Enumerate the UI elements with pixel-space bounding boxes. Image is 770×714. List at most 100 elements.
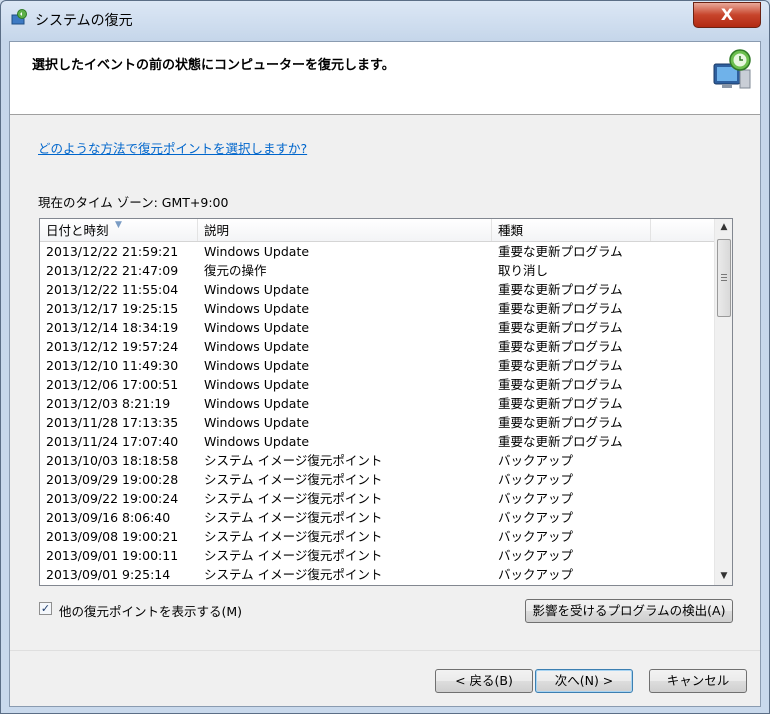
cell-type: バックアップ bbox=[498, 567, 574, 582]
cell-type: 重要な更新プログラム bbox=[498, 339, 623, 354]
cell-description: システム イメージ復元ポイント bbox=[204, 491, 383, 506]
cell-date: 2013/10/03 18:18:58 bbox=[46, 453, 179, 468]
checkbox-label[interactable]: 他の復元ポイントを表示する(M) bbox=[59, 601, 242, 620]
column-header-type-label: 種類 bbox=[498, 223, 524, 238]
cell-description: Windows Update bbox=[204, 396, 310, 411]
cell-type: 重要な更新プログラム bbox=[498, 396, 623, 411]
cell-date: 2013/12/22 21:47:09 bbox=[46, 263, 179, 278]
cell-description: Windows Update bbox=[204, 434, 310, 449]
close-button[interactable]: X bbox=[693, 2, 761, 28]
cell-description: Windows Update bbox=[204, 244, 310, 259]
list-item[interactable]: 2013/09/29 19:00:28 システム イメージ復元ポイント バックアップ bbox=[40, 470, 714, 489]
cell-type: 重要な更新プログラム bbox=[498, 301, 623, 316]
scroll-thumb[interactable] bbox=[717, 239, 731, 317]
footer-divider bbox=[10, 650, 760, 651]
system-restore-window: システムの復元 X 選択したイベントの前の状態にコンピューターを復元します。 ど… bbox=[0, 0, 770, 714]
cell-description: 復元の操作 bbox=[204, 263, 267, 278]
list-header: 日付と時刻 ▼ 説明 種類 bbox=[40, 219, 714, 242]
column-header-type[interactable]: 種類 bbox=[492, 219, 651, 241]
list-item[interactable]: 2013/11/24 17:07:40 Windows Update 重要な更新プロ… bbox=[40, 432, 714, 451]
list-item[interactable]: 2013/12/14 18:34:19 Windows Update 重要な更新プロ… bbox=[40, 318, 714, 337]
cell-type: 重要な更新プログラム bbox=[498, 282, 623, 297]
cell-type: 取り消し bbox=[498, 263, 549, 278]
cell-type: バックアップ bbox=[498, 453, 574, 468]
timezone-label: 現在のタイム ゾーン: GMT+9:00 bbox=[38, 195, 229, 210]
grip-line bbox=[721, 277, 727, 278]
cell-description: Windows Update bbox=[204, 358, 310, 373]
list-item[interactable]: 2013/12/06 17:00:51 Windows Update 重要な更新プロ… bbox=[40, 375, 714, 394]
scroll-down-arrow-icon[interactable]: ▼ bbox=[715, 568, 732, 585]
list-item[interactable]: 2013/12/22 21:59:21 Windows Update 重要な更新プロ… bbox=[40, 242, 714, 261]
restore-point-list[interactable]: 日付と時刻 ▼ 説明 種類 2013/12/22 21:59:21 Windows… bbox=[39, 218, 733, 586]
cell-date: 2013/12/22 11:55:04 bbox=[46, 282, 179, 297]
computer-restore-icon bbox=[713, 49, 751, 89]
cell-description: システム イメージ復元ポイント bbox=[204, 510, 383, 525]
checkbox[interactable]: ✓ bbox=[39, 602, 52, 615]
cell-type: バックアップ bbox=[498, 529, 574, 544]
list-item[interactable]: 2013/12/22 11:55:04 Windows Update 重要な更新プロ… bbox=[40, 280, 714, 299]
cell-date: 2013/09/29 19:00:28 bbox=[46, 472, 179, 487]
cell-description: Windows Update bbox=[204, 282, 310, 297]
cell-date: 2013/12/12 19:57:24 bbox=[46, 339, 179, 354]
list-item[interactable]: 2013/12/12 19:57:24 Windows Update 重要な更新プロ… bbox=[40, 337, 714, 356]
cell-date: 2013/09/16 8:06:40 bbox=[46, 510, 171, 525]
cell-date: 2013/09/22 19:00:24 bbox=[46, 491, 179, 506]
list-item[interactable]: 2013/09/08 19:00:21 システム イメージ復元ポイント バックアップ bbox=[40, 527, 714, 546]
list-item[interactable]: 2013/11/28 17:13:35 Windows Update 重要な更新プロ… bbox=[40, 413, 714, 432]
cell-description: Windows Update bbox=[204, 320, 310, 335]
cell-type: バックアップ bbox=[498, 491, 574, 506]
list-item[interactable]: 2013/12/10 11:49:30 Windows Update 重要な更新プロ… bbox=[40, 356, 714, 375]
back-button[interactable]: < 戻る(B) bbox=[435, 669, 533, 693]
cell-description: システム イメージ復元ポイント bbox=[204, 472, 383, 487]
cell-date: 2013/12/17 19:25:15 bbox=[46, 301, 179, 316]
cancel-button[interactable]: キャンセル bbox=[649, 669, 747, 693]
grip-line bbox=[721, 274, 727, 275]
cell-type: バックアップ bbox=[498, 472, 574, 487]
system-restore-icon bbox=[11, 9, 27, 25]
next-button[interactable]: 次へ(N) > bbox=[535, 669, 633, 693]
cell-date: 2013/12/22 21:59:21 bbox=[46, 244, 179, 259]
cell-date: 2013/12/10 11:49:30 bbox=[46, 358, 179, 373]
header-panel: 選択したイベントの前の状態にコンピューターを復元します。 bbox=[10, 42, 760, 115]
cell-date: 2013/09/01 19:00:11 bbox=[46, 548, 179, 563]
list-item[interactable]: 2013/09/22 19:00:24 システム イメージ復元ポイント バックアップ bbox=[40, 489, 714, 508]
list-body: 2013/12/22 21:59:21 Windows Update 重要な更新プロ… bbox=[40, 242, 714, 584]
column-header-date[interactable]: 日付と時刻 ▼ bbox=[40, 219, 198, 241]
cell-type: 重要な更新プログラム bbox=[498, 415, 623, 430]
cell-description: Windows Update bbox=[204, 301, 310, 316]
title-bar[interactable]: システムの復元 X bbox=[1, 1, 769, 37]
scan-affected-programs-button[interactable]: 影響を受けるプログラムの検出(A) bbox=[525, 599, 733, 623]
cell-description: Windows Update bbox=[204, 339, 310, 354]
list-item[interactable]: 2013/09/01 9:25:14 システム イメージ復元ポイント バックアップ bbox=[40, 565, 714, 584]
cell-type: バックアップ bbox=[498, 510, 574, 525]
list-item[interactable]: 2013/12/22 21:47:09 復元の操作 取り消し bbox=[40, 261, 714, 280]
cell-type: バックアップ bbox=[498, 548, 574, 563]
vertical-scrollbar[interactable]: ▲ ▼ bbox=[714, 219, 732, 585]
cell-type: 重要な更新プログラム bbox=[498, 358, 623, 373]
list-item[interactable]: 2013/09/01 19:00:11 システム イメージ復元ポイント バックアップ bbox=[40, 546, 714, 565]
list-item[interactable]: 2013/09/16 8:06:40 システム イメージ復元ポイント バックアップ bbox=[40, 508, 714, 527]
column-header-date-label: 日付と時刻 bbox=[46, 223, 109, 238]
list-item[interactable]: 2013/10/03 18:18:58 システム イメージ復元ポイント バックアップ bbox=[40, 451, 714, 470]
cell-type: 重要な更新プログラム bbox=[498, 377, 623, 392]
cell-description: システム イメージ復元ポイント bbox=[204, 567, 383, 582]
cell-date: 2013/11/24 17:07:40 bbox=[46, 434, 179, 449]
cell-type: 重要な更新プログラム bbox=[498, 434, 623, 449]
cell-type: 重要な更新プログラム bbox=[498, 244, 623, 259]
cell-date: 2013/12/14 18:34:19 bbox=[46, 320, 179, 335]
cell-description: システム イメージ復元ポイント bbox=[204, 453, 383, 468]
cell-date: 2013/12/06 17:00:51 bbox=[46, 377, 179, 392]
sort-arrow-icon: ▼ bbox=[115, 220, 122, 230]
cell-date: 2013/09/01 9:25:14 bbox=[46, 567, 171, 582]
grip-line bbox=[721, 280, 727, 281]
scroll-up-arrow-icon[interactable]: ▲ bbox=[715, 219, 732, 236]
cell-date: 2013/11/28 17:13:35 bbox=[46, 415, 179, 430]
cell-description: Windows Update bbox=[204, 377, 310, 392]
cell-type: 重要な更新プログラム bbox=[498, 320, 623, 335]
column-header-description[interactable]: 説明 bbox=[198, 219, 492, 241]
list-item[interactable]: 2013/12/17 19:25:15 Windows Update 重要な更新プロ… bbox=[40, 299, 714, 318]
cell-date: 2013/09/08 19:00:21 bbox=[46, 529, 179, 544]
help-link[interactable]: どのような方法で復元ポイントを選択しますか? bbox=[38, 138, 307, 157]
list-item[interactable]: 2013/12/03 8:21:19 Windows Update 重要な更新プログ… bbox=[40, 394, 714, 413]
column-header-description-label: 説明 bbox=[204, 223, 230, 238]
